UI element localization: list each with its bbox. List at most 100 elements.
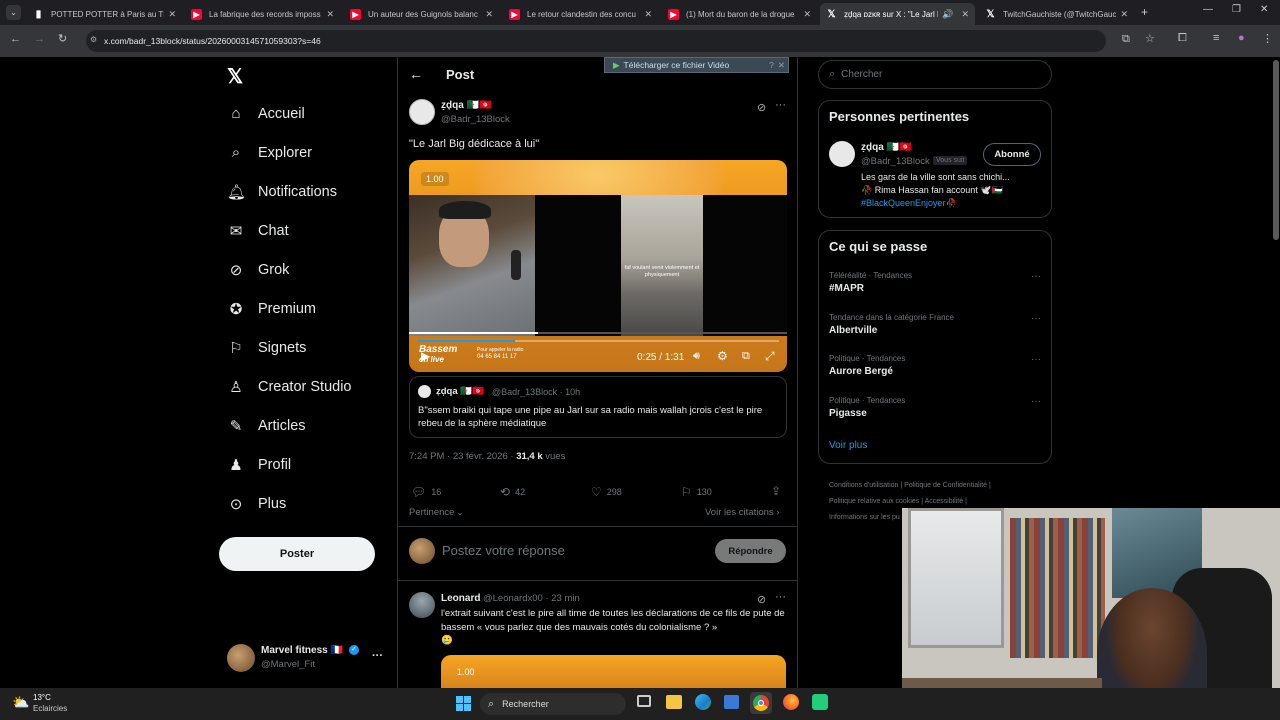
reply-input[interactable]: Postez votre réponse <box>442 543 702 558</box>
tab-search-button[interactable]: ⌄ <box>6 5 21 20</box>
sort-dropdown[interactable]: Pertinence ⌄ <box>409 507 463 518</box>
search-box[interactable]: ⌕ Chercher <box>818 60 1052 89</box>
footer-link[interactable]: Accessibilité <box>925 498 964 505</box>
nav-home[interactable]: ⌂ Accueil <box>227 105 304 122</box>
share-icon[interactable]: ⇪ <box>771 484 781 498</box>
tab-5[interactable]: ▶ (1) Mort du baron de la drogue ✕ <box>662 3 817 25</box>
firefox-icon[interactable] <box>783 694 799 710</box>
video-progress-track[interactable] <box>417 340 779 342</box>
reply-video[interactable]: 1.00 <box>441 655 786 688</box>
close-icon[interactable]: ✕ <box>778 60 785 71</box>
trend-item[interactable]: Politique · Tendances Pigasse ··· <box>829 396 1041 419</box>
chrome-icon[interactable] <box>750 692 772 714</box>
fullscreen-icon[interactable]: ⤢ <box>765 349 775 364</box>
search-input[interactable]: Chercher <box>841 69 882 80</box>
hashtag-link[interactable]: #BlackQueenEnjoyer🥀 <box>861 197 1041 210</box>
minimize-icon[interactable]: — <box>1203 4 1213 15</box>
person-avatar[interactable] <box>829 141 855 167</box>
file-explorer-icon[interactable] <box>666 695 682 709</box>
reply-author-name[interactable]: Leonard <box>441 593 480 604</box>
footer-link[interactable]: Politique de Confidentialité <box>904 482 987 489</box>
nav-explore[interactable]: ⌕ Explorer <box>227 144 312 161</box>
close-icon[interactable]: ✕ <box>485 9 493 20</box>
new-tab-icon[interactable]: + <box>1141 5 1148 19</box>
window-close-icon[interactable]: ✕ <box>1260 4 1268 15</box>
author-avatar[interactable] <box>409 99 435 125</box>
x-logo-icon[interactable]: 𝕏 <box>227 64 243 89</box>
popout-icon[interactable]: ⧉ <box>742 350 750 363</box>
tab-3[interactable]: ▶ Un auteur des Guignols balanc ✕ <box>344 3 499 25</box>
close-icon[interactable]: ✕ <box>326 9 334 20</box>
page-scrollbar[interactable] <box>1273 60 1279 240</box>
media-icon[interactable]: ≡ <box>1213 32 1219 44</box>
install-app-icon[interactable]: ⧉ <box>1122 33 1130 46</box>
close-icon[interactable]: ✕ <box>961 9 969 20</box>
forward-icon[interactable]: → <box>34 33 45 45</box>
site-info-icon[interactable]: ⚙ <box>90 35 97 44</box>
nav-profile[interactable]: ♟ Profil <box>227 456 291 474</box>
start-icon[interactable] <box>456 696 471 711</box>
menu-icon[interactable]: ⋮ <box>1262 32 1273 45</box>
repost-action[interactable]: ⟲ 42 <box>500 485 525 499</box>
settings-icon[interactable]: ⚙ <box>717 349 728 363</box>
play-button-icon[interactable]: ▶ <box>421 349 430 363</box>
nav-chat[interactable]: ✉ Chat <box>227 222 289 240</box>
volume-icon[interactable]: 🔊︎ <box>693 350 700 363</box>
edge-icon[interactable] <box>695 694 711 710</box>
post-button[interactable]: Poster <box>219 537 375 571</box>
close-icon[interactable]: ✕ <box>644 9 652 20</box>
playback-speed-badge[interactable]: 1.00 <box>421 172 449 186</box>
more-dots-icon[interactable]: ··· <box>372 650 383 662</box>
nav-grok[interactable]: ⊘ Grok <box>227 261 290 279</box>
speaker-icon[interactable]: 🔊 <box>942 9 953 20</box>
nav-notifications[interactable]: 🔔︎ Notifications <box>227 183 337 201</box>
trend-item[interactable]: Tendance dans la catégorie France Albert… <box>829 313 1041 336</box>
close-icon[interactable]: ✕ <box>803 9 811 20</box>
footer-link[interactable]: Informations sur les pu <box>829 514 900 521</box>
profile-icon[interactable]: ● <box>1238 32 1245 44</box>
taskbar-search[interactable]: ⌕ Rechercher <box>480 693 626 715</box>
grok-icon[interactable]: ⊘ <box>757 593 766 606</box>
help-icon[interactable]: ? <box>769 60 774 70</box>
trend-item[interactable]: Téléréalité · Tendances #MAPR ··· <box>829 271 1041 294</box>
trend-item[interactable]: Politique · Tendances Aurore Bergé ··· <box>829 354 1041 377</box>
reload-icon[interactable]: ↻ <box>58 32 67 45</box>
extensions-icon[interactable]: ⧠ <box>1178 32 1187 45</box>
download-video-overlay[interactable]: ▶ Télécharger ce fichier Vidéo ? ✕ <box>604 57 789 73</box>
task-view-icon[interactable] <box>637 695 651 707</box>
close-icon[interactable]: ✕ <box>168 9 176 20</box>
more-dots-icon[interactable]: ··· <box>775 591 786 603</box>
store-icon[interactable] <box>724 695 739 709</box>
tab-6-active[interactable]: 𝕏ẓḑqa ᴅᴢᴋʀ sur X : "Le Jarl B 🔊 ✕ <box>820 3 975 25</box>
follow-button[interactable]: Abonné <box>983 143 1041 166</box>
reply-button[interactable]: Répondre <box>715 539 786 563</box>
quoted-post[interactable]: ẓḑqa 🇩🇿🇹🇳 @Badr_13Block · 10h B"ssem bra… <box>409 376 787 438</box>
back-arrow-icon[interactable]: ← <box>409 66 423 82</box>
reply-action[interactable]: 💬︎ 16 <box>411 485 441 499</box>
see-more-link[interactable]: Voir plus <box>829 440 867 451</box>
nav-bookmarks[interactable]: ⚐ Signets <box>227 339 306 357</box>
nav-articles[interactable]: ✎ Articles <box>227 417 306 435</box>
person-handle[interactable]: @Badr_13Block <box>861 156 930 167</box>
like-action[interactable]: ♡ 298 <box>591 485 622 499</box>
footer-link[interactable]: Politique relative aux cookies <box>829 498 919 505</box>
account-switcher[interactable]: Marvel fitness 🇫🇷 ✓ @Marvel_Fit ··· <box>227 644 387 674</box>
address-bar[interactable]: ⚙ x.com/badr_13block/status/202600031457… <box>86 30 1106 52</box>
video-player[interactable]: 1.00 faf voulant venir violemment et phy… <box>409 160 787 372</box>
nav-creator-studio[interactable]: ♙ Creator Studio <box>227 378 351 396</box>
tab-7[interactable]: 𝕏 TwitchGauchiste (@TwitchGauc ✕ <box>979 3 1134 25</box>
weather-icon[interactable]: ⛅ <box>12 694 29 711</box>
bookmark-action[interactable]: ⚐ 130 <box>681 485 712 499</box>
footer-link[interactable]: Conditions d'utilisation <box>829 482 898 489</box>
bookmark-star-icon[interactable]: ☆ <box>1145 32 1155 45</box>
maximize-icon[interactable]: ❐ <box>1232 4 1241 15</box>
view-citations-link[interactable]: Voir les citations › <box>705 507 779 518</box>
reply-author-handle[interactable]: @Leonardx00 · 23 min <box>483 593 580 604</box>
close-icon[interactable]: ✕ <box>1120 9 1128 20</box>
tab-2[interactable]: ▶ La fabrique des records imposs ✕ <box>185 3 340 25</box>
more-dots-icon[interactable]: ··· <box>1031 354 1041 365</box>
more-dots-icon[interactable]: ··· <box>1031 313 1041 324</box>
back-icon[interactable]: ← <box>10 33 21 45</box>
more-dots-icon[interactable]: ··· <box>1031 271 1041 282</box>
author-name[interactable]: ẓḑqa 🇩🇿🇹🇳 <box>441 100 491 111</box>
